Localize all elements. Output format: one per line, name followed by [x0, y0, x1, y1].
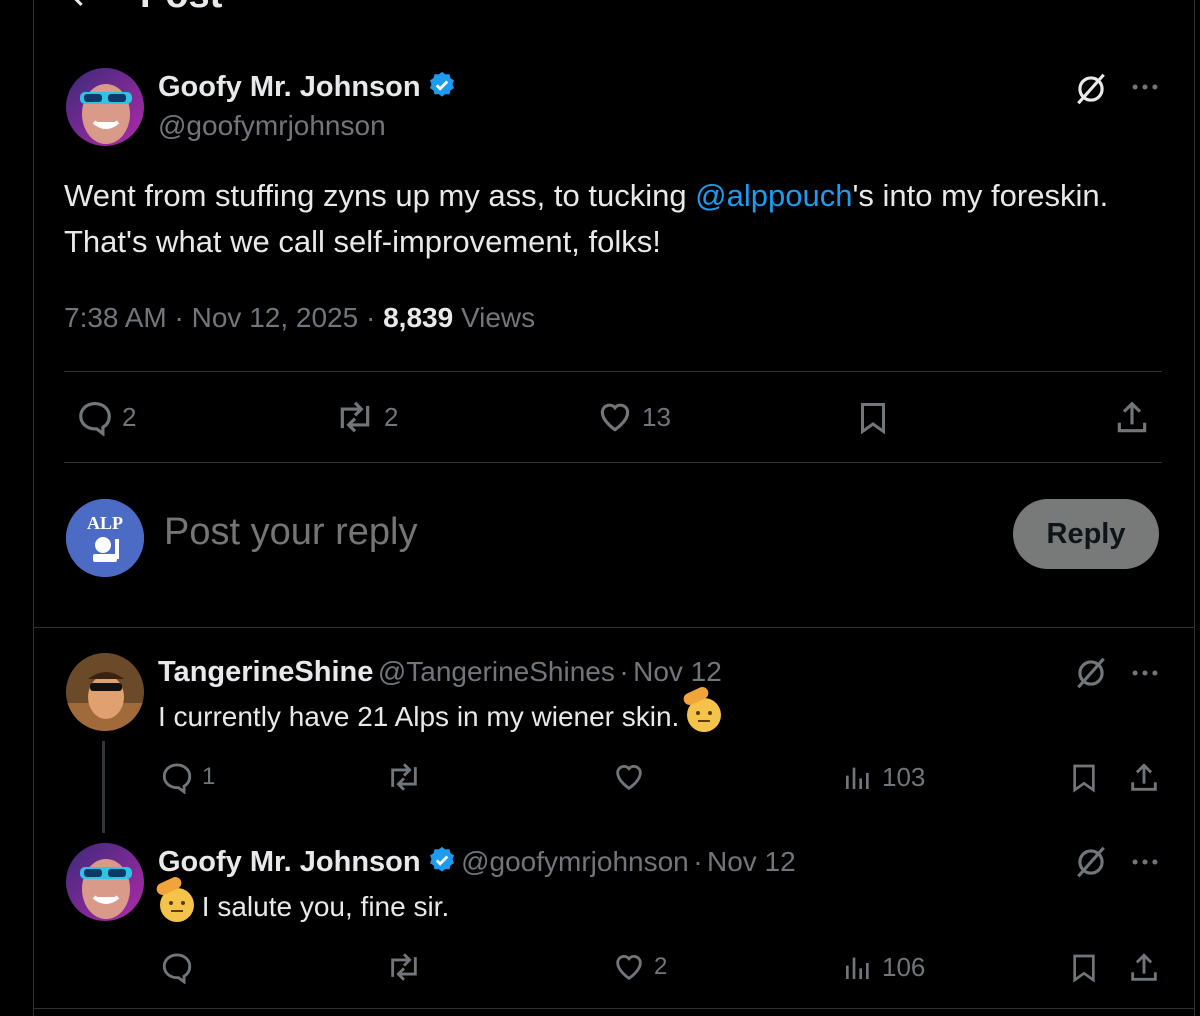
reply-input[interactable]: [162, 510, 766, 555]
reply-text: I salute you, fine sir.: [201, 891, 450, 922]
reply-header: Goofy Mr. Johnson @goofymrjohnson · Nov …: [158, 845, 796, 880]
reply-icon: [162, 763, 192, 794]
like-count: 13: [642, 401, 671, 432]
grok-icon[interactable]: [1072, 843, 1110, 886]
verified-badge-icon: [427, 845, 457, 880]
repost-count: 2: [384, 401, 399, 432]
heart-icon: [600, 403, 630, 432]
author-name[interactable]: TangerineShine: [158, 656, 373, 688]
thread-line: [102, 741, 105, 833]
author-name[interactable]: Goofy Mr. Johnson: [158, 71, 421, 103]
separator: ·: [693, 846, 703, 877]
reply-icon: [79, 401, 111, 436]
post-text-part: Went from stuffing zyns up my ass, to tu…: [64, 178, 696, 213]
reply-text: I currently have 21 Alps in my wiener sk…: [158, 701, 680, 732]
reply-count: 2: [122, 401, 137, 432]
bookmark-action[interactable]: [1068, 760, 1100, 796]
share-action[interactable]: [1127, 760, 1161, 796]
bookmark-icon: [1073, 764, 1095, 793]
author-name[interactable]: Goofy Mr. Johnson: [158, 846, 421, 878]
more-icon[interactable]: [1128, 656, 1162, 695]
bookmark-action[interactable]: [855, 398, 891, 438]
separator: ·: [174, 302, 184, 333]
reply-action[interactable]: [160, 950, 194, 984]
analytics-icon: [846, 957, 869, 979]
views-action[interactable]: 103: [842, 760, 925, 794]
author-handle[interactable]: @TangerineShines: [378, 656, 615, 687]
avatar-logo-text: ALP: [87, 513, 123, 533]
reply-text-row: I salute you, fine sir.: [154, 875, 450, 923]
separator: ·: [619, 656, 629, 687]
more-icon[interactable]: [1128, 70, 1162, 111]
bookmark-action[interactable]: [1068, 950, 1100, 986]
post-time[interactable]: 7:38 AM: [64, 302, 167, 333]
saluting-face-icon: [154, 875, 194, 922]
reply-date[interactable]: Nov 12: [707, 846, 796, 877]
repost-icon: [391, 953, 417, 981]
page-title: Post: [140, 0, 222, 17]
divider: [33, 1008, 1195, 1009]
repost-icon: [340, 401, 370, 433]
author-handle[interactable]: @goofymrjohnson: [158, 110, 386, 142]
bookmark-icon: [861, 403, 885, 435]
reply-icon: [162, 953, 192, 984]
share-icon: [1131, 763, 1157, 791]
reply-action[interactable]: 1: [160, 760, 215, 794]
reply-date[interactable]: Nov 12: [633, 656, 722, 687]
views-count: 8,839: [383, 302, 454, 333]
repost-action[interactable]: [385, 760, 423, 794]
avatar[interactable]: [66, 843, 144, 921]
avatar[interactable]: [66, 653, 144, 731]
repost-action[interactable]: [385, 950, 423, 984]
reply-header: TangerineShine @TangerineShines · Nov 12: [158, 656, 722, 689]
divider: [33, 627, 1195, 628]
share-icon: [1117, 401, 1147, 433]
composer-avatar[interactable]: ALP: [66, 499, 144, 577]
reply-count: 1: [202, 763, 216, 790]
like-count: 2: [654, 953, 668, 980]
back-arrow-icon[interactable]: [66, 0, 100, 20]
reply-action[interactable]: 2: [76, 398, 136, 436]
mention-link[interactable]: @alppouch: [695, 178, 852, 213]
more-icon[interactable]: [1128, 845, 1162, 884]
separator: ·: [365, 302, 376, 333]
divider: [64, 462, 1162, 463]
grok-icon[interactable]: [1072, 70, 1110, 113]
like-action[interactable]: 13: [596, 398, 671, 436]
avatar[interactable]: [66, 68, 144, 146]
analytics-icon: [846, 767, 869, 789]
verified-badge-icon: [427, 70, 457, 105]
heart-icon: [616, 955, 642, 981]
views-label: Views: [460, 302, 536, 333]
views-count: 103: [882, 761, 926, 792]
grok-icon[interactable]: [1072, 654, 1110, 697]
like-action[interactable]: [612, 760, 646, 794]
divider: [64, 371, 1162, 372]
post-meta: 7:38 AM · Nov 12, 2025 · 8,839 Views: [64, 302, 535, 334]
share-action[interactable]: [1127, 950, 1161, 986]
views-count: 106: [882, 951, 926, 982]
share-action[interactable]: [1113, 398, 1151, 438]
post-date[interactable]: Nov 12, 2025: [192, 302, 359, 333]
repost-action[interactable]: 2: [334, 398, 398, 436]
heart-icon: [616, 765, 642, 791]
saluting-face-icon: [681, 685, 722, 732]
bookmark-icon: [1073, 954, 1095, 983]
repost-icon: [391, 763, 417, 791]
reply-text-row: I currently have 21 Alps in my wiener sk…: [158, 685, 722, 733]
like-action[interactable]: 2: [612, 950, 667, 984]
post-text: Went from stuffing zyns up my ass, to tu…: [64, 173, 1154, 265]
author-handle[interactable]: @goofymrjohnson: [461, 846, 689, 877]
share-icon: [1131, 953, 1157, 981]
reply-button[interactable]: Reply: [1013, 499, 1159, 569]
views-action[interactable]: 106: [842, 950, 925, 984]
